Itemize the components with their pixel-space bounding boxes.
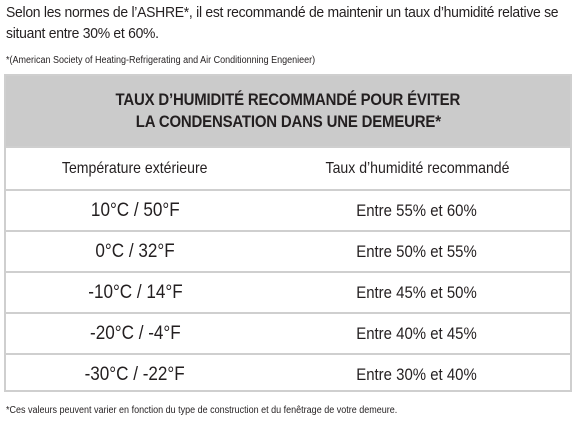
humidity-cell: Entre 55% et 60% (356, 200, 478, 220)
humidity-table: TAUX D’HUMIDITÉ RECOMMANDÉ POUR ÉVITER L… (4, 74, 572, 392)
column-header-temperature: Température extérieure (62, 159, 208, 177)
humidity-cell: Entre 40% et 45% (356, 323, 478, 343)
table-row: -20°C / -4°F Entre 40% et 45% (6, 312, 570, 353)
table-row: 0°C / 32°F Entre 50% et 55% (6, 230, 570, 271)
humidity-cell: Entre 50% et 55% (356, 241, 478, 261)
temperature-cell: 0°C / 32°F (95, 240, 175, 262)
table-title-line-2: LA CONDENSATION DANS UNE DEMEURE* (135, 112, 441, 131)
intro-paragraph: Selon les normes de l’ASHRE*, il est rec… (6, 2, 559, 44)
temperature-cell: -10°C / 14°F (87, 281, 183, 303)
table-title-line-1: TAUX D’HUMIDITÉ RECOMMANDÉ POUR ÉVITER (115, 90, 461, 109)
humidity-cell: Entre 45% et 50% (356, 282, 478, 302)
values-footnote: *Ces valeurs peuvent varier en fonction … (6, 405, 398, 416)
temperature-cell: 10°C / 50°F (90, 199, 180, 221)
table-title: TAUX D’HUMIDITÉ RECOMMANDÉ POUR ÉVITER L… (6, 76, 570, 146)
column-header-humidity: Taux d’humidité recommandé (325, 159, 509, 177)
table-column-headers: Température extérieure Taux d’humidité r… (6, 146, 570, 189)
intro-line-2: situant entre 30% et 60%. (6, 25, 159, 42)
table-row: 10°C / 50°F Entre 55% et 60% (6, 189, 570, 230)
intro-line-1: Selon les normes de l’ASHRE*, il est rec… (6, 4, 559, 21)
table-row: -30°C / -22°F Entre 30% et 40% (6, 353, 570, 394)
humidity-cell: Entre 30% et 40% (356, 364, 478, 384)
temperature-cell: -30°C / -22°F (84, 363, 186, 385)
ashrae-footnote: *(American Society of Heating-Refrigerat… (6, 55, 316, 66)
temperature-cell: -20°C / -4°F (89, 322, 181, 344)
table-row: -10°C / 14°F Entre 45% et 50% (6, 271, 570, 312)
